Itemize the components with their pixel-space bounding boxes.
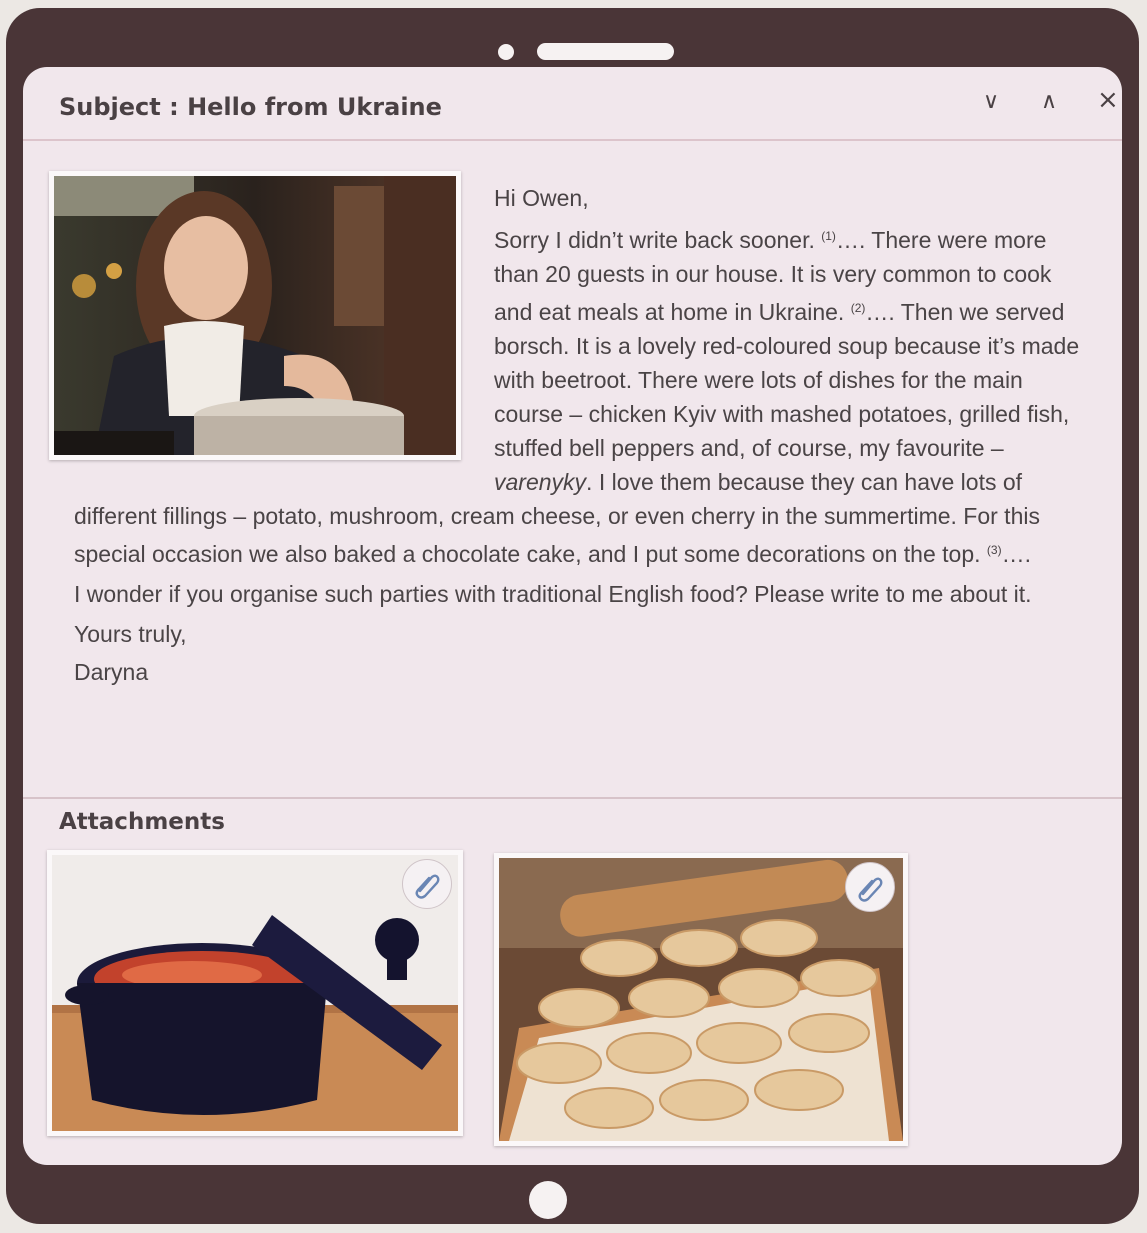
varenyky-word: varenyky	[494, 469, 587, 495]
attachments-title: Attachments	[59, 809, 225, 835]
text-wrap-spacer	[74, 219, 494, 477]
gap-2-number: (2)	[850, 301, 866, 315]
gap-3-number: (3)	[986, 543, 1002, 557]
paperclip-icon	[415, 874, 440, 899]
varenyky-board-image	[499, 858, 903, 1141]
attachment-varenyky[interactable]	[494, 853, 908, 1146]
gap-3-dots: ….	[1001, 541, 1031, 567]
attachment-2-paperclip[interactable]	[845, 862, 895, 912]
email-body-right: Hi Owen,	[494, 181, 1114, 219]
paperclip-icon	[858, 877, 883, 902]
signature-text: Daryna	[74, 659, 149, 685]
speaker-bar	[537, 43, 674, 60]
gap-1-dots: ….	[835, 227, 866, 253]
subject-bar: Subject : Hello from Ukraine ∨ ∧ ×	[23, 67, 1122, 141]
attachment-1-paperclip[interactable]	[402, 859, 452, 909]
gap-1-number: (1)	[821, 229, 836, 243]
borsch-pot-image	[52, 855, 458, 1131]
intro-text: Sorry I didn’t write back sooner.	[494, 227, 822, 253]
email-window: Subject : Hello from Ukraine ∨ ∧ × Hi Ow…	[23, 67, 1122, 1165]
tablet-frame: Subject : Hello from Ukraine ∨ ∧ × Hi Ow…	[6, 8, 1139, 1224]
gap-2-dots: ….	[865, 299, 895, 325]
close-icon[interactable]: ×	[1097, 87, 1119, 113]
attachment-borsch[interactable]	[47, 850, 463, 1136]
question-text: I wonder if you organise such parties wi…	[74, 581, 1032, 607]
email-body-main: Sorry I didn’t write back sooner. (1)…. …	[74, 219, 1094, 689]
attachments-divider	[23, 797, 1122, 799]
closing-text: Yours truly,	[74, 621, 187, 647]
email-subject: Subject : Hello from Ukraine	[59, 93, 442, 121]
chevron-down-icon[interactable]: ∨	[983, 91, 999, 113]
home-button[interactable]	[529, 1181, 567, 1219]
camera-dot	[498, 44, 514, 60]
greeting: Hi Owen,	[494, 185, 589, 211]
chevron-up-icon[interactable]: ∧	[1041, 91, 1057, 113]
